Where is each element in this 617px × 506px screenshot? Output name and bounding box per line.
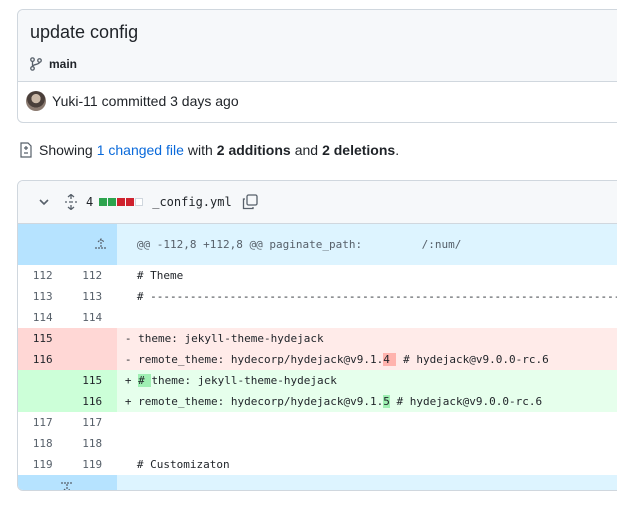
diff-sign: -	[124, 332, 132, 345]
expand-down-icon	[61, 481, 74, 490]
diffstat-del-block	[117, 198, 126, 206]
deletions-count: 2 deletions	[322, 142, 396, 158]
diff-line-ctx: 118 118	[18, 433, 617, 454]
code-text: remote_theme: hydecorp/hydejack@v9.1.	[138, 395, 384, 408]
new-line-number[interactable]: 114	[67, 307, 116, 328]
diff-sign: +	[124, 395, 132, 408]
changed-text-highlight: 5	[383, 395, 390, 408]
code-line	[117, 433, 617, 454]
diff-line-ctx: 112 112 # Theme	[18, 265, 617, 286]
expand-up-icon	[94, 238, 107, 249]
code-line	[117, 412, 617, 433]
changed-text-highlight: #	[138, 374, 152, 387]
new-line-number[interactable]: 116	[67, 391, 117, 412]
old-line-number[interactable]: 117	[18, 412, 67, 433]
code-text: # hydejack@v9.0.0-rc.6	[396, 353, 549, 366]
file-name[interactable]: _config.yml	[152, 195, 231, 209]
code-text: # --------------------------------------…	[136, 290, 617, 303]
code-line: - remote_theme: hydecorp/hydejack@v9.1.4…	[116, 349, 617, 370]
commit-title: update config	[30, 22, 139, 42]
new-line-number[interactable]	[67, 328, 117, 349]
code-text: # Theme	[136, 269, 184, 282]
expand-down-row	[18, 475, 617, 490]
new-line-number[interactable]: 117	[67, 412, 116, 433]
author-name[interactable]: Yuki-11	[52, 93, 98, 109]
code-line: - theme: jekyll-theme-hydejack	[116, 328, 617, 349]
old-line-number[interactable]: 116	[18, 349, 68, 370]
changed-text-highlight: 4	[383, 353, 397, 366]
file-diff-icon	[20, 142, 32, 158]
code-line: # --------------------------------------…	[117, 286, 617, 307]
hunk-header-row: @@ -112,8 +112,8 @@ paginate_path: /:num…	[18, 224, 617, 265]
code-line: + remote_theme: hydecorp/hydejack@v9.1.5…	[116, 391, 617, 412]
diff-summary: Showing 1 changed file with 2 additions …	[19, 142, 399, 158]
summary-period: .	[395, 142, 400, 158]
avatar[interactable]	[26, 91, 46, 111]
code-text: # Customizaton	[136, 458, 230, 471]
old-line-number[interactable]: 113	[18, 286, 67, 307]
change-count: 4	[86, 195, 94, 209]
diffstat-neutral-block	[135, 198, 144, 206]
code-line	[117, 307, 617, 328]
old-line-number[interactable]: 114	[18, 307, 67, 328]
expand-up-button[interactable]	[18, 224, 117, 265]
hunk-header: @@ -112,8 +112,8 @@ paginate_path: /:num…	[116, 224, 617, 265]
diffstat-del-block	[126, 198, 135, 206]
new-line-number[interactable]: 118	[67, 433, 116, 454]
summary-showing: Showing	[39, 142, 93, 158]
code-text: # hydejack@v9.0.0-rc.6	[389, 395, 543, 408]
old-line-number[interactable]: 115	[18, 328, 68, 349]
diffstat-add-block	[108, 198, 117, 206]
summary-with: with	[187, 142, 213, 158]
file-diff: 4 _config.yml @@ -112,8 +112,8 @@ pagina…	[17, 180, 617, 491]
code-text: theme: jekyll-theme-hydejack	[138, 332, 324, 345]
expand-filler	[116, 475, 617, 490]
commit-time: committed 3 days ago	[101, 93, 239, 109]
diffstat-blocks	[99, 198, 144, 206]
diff-line-add: 115 + # theme: jekyll-theme-hydejack	[18, 370, 617, 391]
git-branch-icon	[30, 57, 42, 71]
diff-line-ctx: 113 113 # --------------------------------…	[18, 286, 617, 307]
branch-label[interactable]: main	[29, 57, 77, 71]
unfold-icon[interactable]	[64, 194, 78, 210]
copy-icon[interactable]	[242, 194, 258, 210]
expand-down-button[interactable]	[18, 475, 117, 490]
changed-files-link[interactable]: 1 changed file	[97, 142, 184, 158]
commit-box: update config main Yuki-11 committed 3 d…	[17, 9, 617, 123]
code-line: # Customizaton	[117, 454, 617, 475]
old-line-number[interactable]: 112	[18, 265, 67, 286]
commit-header: update config main	[18, 10, 617, 82]
code-line: + # theme: jekyll-theme-hydejack	[116, 370, 617, 391]
diff-sign: -	[124, 353, 132, 366]
file-header: 4 _config.yml	[18, 181, 617, 224]
summary-and: and	[294, 142, 319, 158]
new-line-number[interactable]: 119	[67, 454, 116, 475]
new-line-number[interactable]: 112	[67, 265, 116, 286]
old-line-number[interactable]	[18, 391, 68, 412]
old-line-number[interactable]: 118	[18, 433, 67, 454]
old-line-number[interactable]: 119	[18, 454, 67, 475]
branch-name: main	[49, 57, 78, 71]
diffstat-add-block	[99, 198, 108, 206]
commit-author: Yuki-11 committed 3 days ago	[26, 91, 239, 111]
additions-count: 2 additions	[216, 142, 291, 158]
chevron-down-icon[interactable]	[38, 196, 50, 208]
new-line-number[interactable]: 113	[67, 286, 116, 307]
diff-line-ctx: 114 114	[18, 307, 617, 328]
diff-line-del: 116 - remote_theme: hydecorp/hydejack@v9.…	[18, 349, 617, 370]
diff-line-ctx: 119 119 # Customizaton	[18, 454, 617, 475]
new-line-number[interactable]	[67, 349, 117, 370]
diff-sign: +	[124, 374, 132, 387]
old-line-number[interactable]	[18, 370, 68, 391]
code-line: # Theme	[117, 265, 617, 286]
new-line-number[interactable]: 115	[67, 370, 117, 391]
diff-table: @@ -112,8 +112,8 @@ paginate_path: /:num…	[18, 224, 617, 490]
diff-line-ctx: 117 117	[18, 412, 617, 433]
diff-line-del: 115 - theme: jekyll-theme-hydejack	[18, 328, 617, 349]
code-text: theme: jekyll-theme-hydejack	[151, 374, 337, 387]
diff-line-add: 116 + remote_theme: hydecorp/hydejack@v9.…	[18, 391, 617, 412]
code-text: remote_theme: hydecorp/hydejack@v9.1.	[138, 353, 384, 366]
